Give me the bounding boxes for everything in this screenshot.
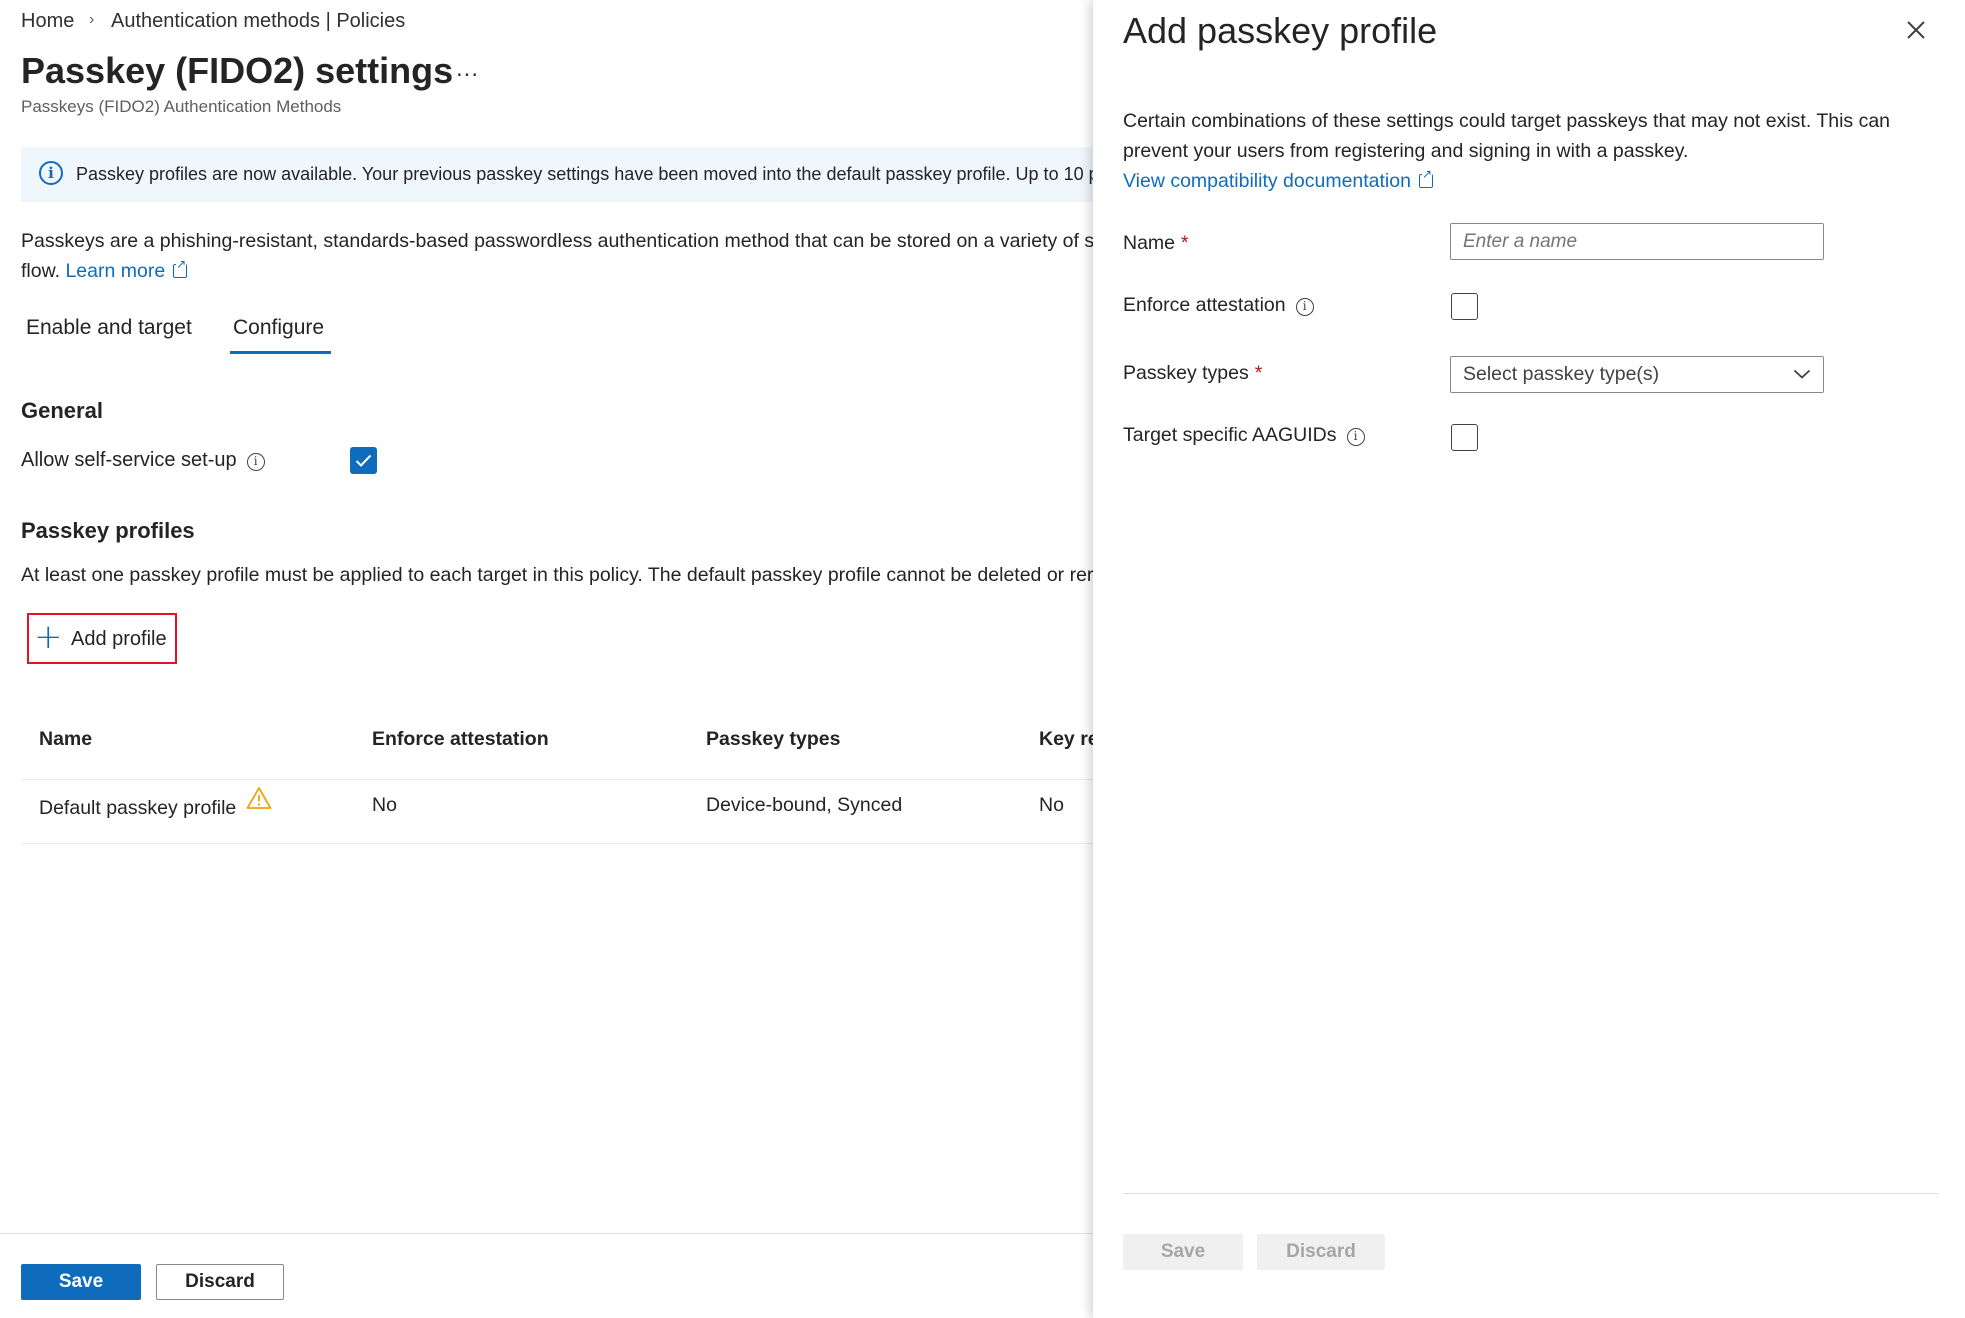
- name-input[interactable]: [1450, 223, 1824, 260]
- required-marker: *: [1181, 232, 1189, 254]
- self-service-checkbox[interactable]: [350, 447, 377, 474]
- column-header-enforce-attestation: Enforce attestation: [372, 728, 549, 750]
- info-icon: i: [39, 161, 63, 185]
- info-icon[interactable]: i: [1346, 428, 1365, 446]
- add-profile-label: Add profile: [71, 628, 167, 650]
- required-marker: *: [1254, 362, 1263, 384]
- column-header-key-restriction: Key res: [1039, 728, 1093, 750]
- general-heading: General: [21, 398, 103, 423]
- table-cell-passkey-types: Device-bound, Synced: [706, 794, 903, 816]
- target-aaguids-label: Target specific AAGUIDs i: [1123, 424, 1365, 447]
- page-subtitle: Passkeys (FIDO2) Authentication Methods: [21, 97, 342, 116]
- name-label: Name *: [1123, 232, 1189, 255]
- self-service-label: Allow self-service set-up i: [21, 449, 265, 472]
- info-banner: i Passkey profiles are now available. Yo…: [21, 147, 1093, 202]
- breadcrumb-separator-icon: ›: [89, 11, 95, 28]
- close-icon[interactable]: [1903, 17, 1929, 43]
- learn-more-link[interactable]: Learn more: [65, 260, 165, 282]
- chevron-down-icon: [1793, 369, 1811, 379]
- enforce-attestation-label-text: Enforce attestation: [1123, 294, 1286, 316]
- passkey-types-dropdown[interactable]: Select passkey type(s): [1450, 356, 1824, 393]
- save-button[interactable]: Save: [21, 1264, 141, 1300]
- target-aaguids-checkbox[interactable]: [1451, 424, 1478, 451]
- footer-divider: [0, 1233, 1093, 1234]
- panel-description: Certain combinations of these settings c…: [1123, 106, 1913, 196]
- info-icon[interactable]: i: [246, 453, 265, 471]
- description-line2: flow.: [21, 260, 61, 282]
- external-link-icon: [1418, 168, 1433, 188]
- table-cell-key-restriction: No: [1039, 794, 1064, 816]
- passkey-profiles-heading: Passkey profiles: [21, 518, 195, 543]
- passkey-types-label-text: Passkey types: [1123, 362, 1249, 384]
- table-row-divider: [21, 843, 1093, 844]
- active-tab-indicator: [230, 351, 331, 354]
- passkey-types-label: Passkey types *: [1123, 362, 1262, 385]
- panel-footer-divider: [1123, 1193, 1939, 1194]
- banner-text: Passkey profiles are now available. Your…: [76, 164, 1093, 184]
- name-label-text: Name: [1123, 232, 1176, 254]
- plus-icon: +: [34, 617, 63, 657]
- enforce-attestation-checkbox[interactable]: [1451, 293, 1478, 320]
- panel-description-text: Certain combinations of these settings c…: [1123, 110, 1891, 162]
- passkey-types-placeholder: Select passkey type(s): [1463, 363, 1660, 385]
- discard-button[interactable]: Discard: [156, 1264, 284, 1300]
- external-link-icon: [173, 258, 188, 278]
- column-header-name: Name: [39, 728, 93, 750]
- table-cell-enforce-attestation: No: [372, 794, 397, 816]
- enforce-attestation-label: Enforce attestation i: [1123, 294, 1314, 317]
- add-passkey-profile-panel: Add passkey profile Certain combinations…: [1093, 0, 1965, 1318]
- tab-configure[interactable]: Configure: [233, 316, 324, 340]
- profiles-description: At least one passkey profile must be app…: [21, 564, 1093, 586]
- main-page: Home › Authentication methods | Policies…: [0, 0, 1093, 1318]
- add-profile-button[interactable]: + Add profile: [27, 613, 177, 664]
- self-service-label-text: Allow self-service set-up: [21, 449, 237, 471]
- table-header-divider: [21, 779, 1093, 780]
- page-title: Passkey (FIDO2) settings: [21, 50, 454, 91]
- column-header-passkey-types: Passkey types: [706, 728, 841, 750]
- compatibility-documentation-link[interactable]: View compatibility documentation: [1123, 170, 1411, 192]
- default-passkey-profile-link[interactable]: Default passkey profile: [39, 797, 236, 820]
- info-icon[interactable]: i: [1295, 298, 1314, 316]
- panel-title: Add passkey profile: [1123, 10, 1438, 51]
- warning-icon: [246, 787, 272, 809]
- breadcrumb-current[interactable]: Authentication methods | Policies: [111, 10, 405, 33]
- panel-discard-button[interactable]: Discard: [1257, 1234, 1385, 1270]
- more-options-icon[interactable]: ...: [456, 55, 479, 83]
- tab-enable-and-target[interactable]: Enable and target: [26, 316, 192, 340]
- breadcrumb-home[interactable]: Home: [21, 10, 74, 33]
- description-line: Passkeys are a phishing-resistant, stand…: [21, 230, 1093, 252]
- method-description: Passkeys are a phishing-resistant, stand…: [21, 226, 1093, 286]
- target-aaguids-label-text: Target specific AAGUIDs: [1123, 424, 1337, 446]
- panel-save-button[interactable]: Save: [1123, 1234, 1243, 1270]
- checkmark-icon: [355, 454, 372, 467]
